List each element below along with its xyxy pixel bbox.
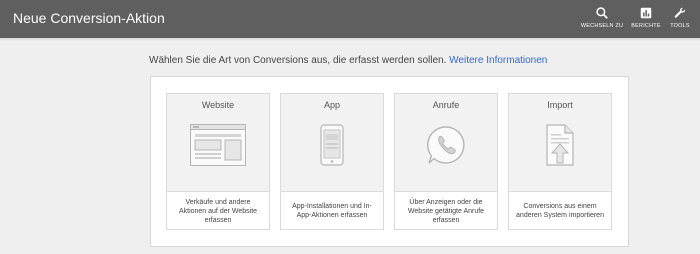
intro-text: Wählen Sie die Art von Conversions aus, …	[149, 55, 547, 66]
card-calls[interactable]: Anrufe Über Anzeigen oder die Website ge…	[394, 93, 498, 230]
switch-to-button[interactable]: WECHSELN ZU	[580, 6, 624, 34]
reports-icon	[640, 7, 652, 19]
card-calls-title: Anrufe	[432, 100, 460, 110]
reports-label: BERICHTE	[631, 23, 661, 29]
header-shadow	[0, 38, 700, 41]
card-app-title: App	[323, 100, 340, 110]
intro-sentence: Wählen Sie die Art von Conversions aus, …	[149, 55, 447, 66]
card-import-description: Conversions aus einem anderen System imp…	[516, 203, 604, 219]
card-import-title: Import	[547, 100, 573, 110]
reports-button[interactable]: BERICHTE	[631, 6, 661, 34]
card-website-header: Website	[167, 94, 269, 192]
card-app-description: App-Installationen und In-App-Aktionen e…	[292, 203, 372, 219]
tools-button[interactable]: TOOLS	[668, 6, 692, 34]
website-icon	[190, 124, 246, 166]
page-title: Neue Conversion-Aktion	[13, 10, 165, 26]
top-bar: Neue Conversion-Aktion WECHSELN ZU BERIC…	[0, 0, 700, 38]
more-info-link[interactable]: Weitere Informationen	[449, 55, 547, 66]
card-app[interactable]: App App-Installationen und In-App-Aktion…	[280, 93, 384, 230]
card-import[interactable]: Import Conversions aus einem anderen Sys…	[508, 93, 612, 230]
card-calls-header: Anrufe	[395, 94, 497, 192]
search-icon	[596, 7, 608, 19]
wrench-icon	[674, 7, 686, 18]
call-icon	[427, 126, 465, 164]
card-calls-description: Über Anzeigen oder die Website getätigte…	[407, 198, 485, 224]
card-import-header: Import	[509, 94, 611, 192]
card-website[interactable]: Website Verkäufe und andere Aktionen auf…	[166, 93, 270, 230]
card-website-description: Verkäufe und andere Aktionen auf der Web…	[178, 198, 258, 224]
switch-to-label: WECHSELN ZU	[580, 23, 624, 29]
tools-label: TOOLS	[670, 23, 690, 29]
card-app-header: App	[281, 94, 383, 192]
phone-icon	[320, 124, 344, 166]
card-website-title: Website	[201, 100, 235, 110]
import-icon	[546, 124, 574, 166]
